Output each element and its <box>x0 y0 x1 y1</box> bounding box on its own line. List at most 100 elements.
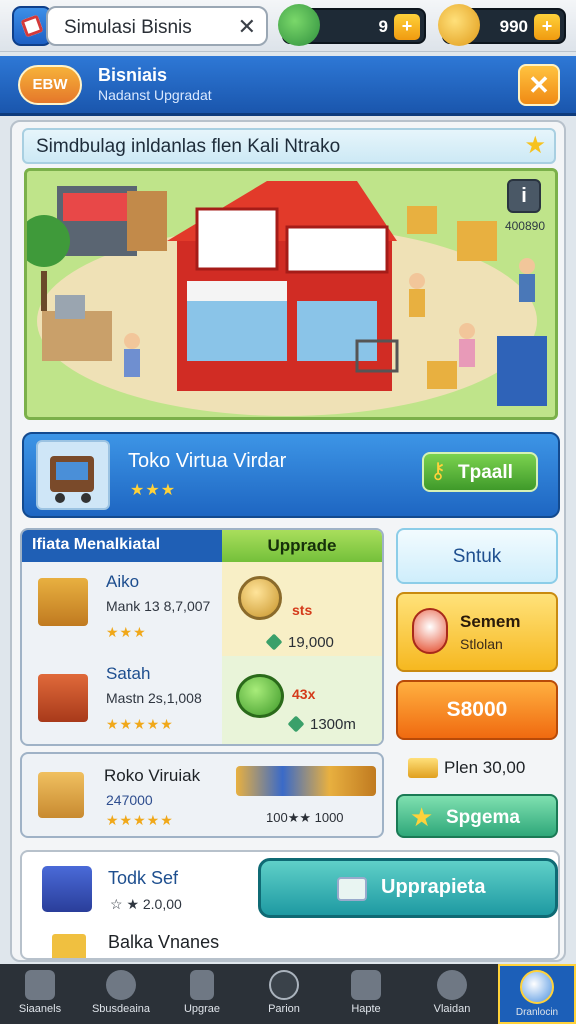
compass-icon <box>269 970 299 1000</box>
shop-rating-stars: ★★★ <box>130 482 177 499</box>
list-item-name: Todk Sef <box>108 868 179 888</box>
resource-gold: 990 + <box>438 4 566 46</box>
goods-stack-icon <box>236 766 376 796</box>
gem-icon <box>287 715 305 733</box>
browser-tab[interactable]: Simulasi Bisnis ✕ <box>46 6 268 46</box>
nav-label: Dranlocin <box>515 1007 559 1018</box>
resource-puzzle-plus-button[interactable]: + <box>394 14 420 40</box>
upgrade-tab[interactable]: Upprade <box>222 530 382 562</box>
people-icon <box>351 970 381 1000</box>
gold-coins-icon <box>438 4 480 46</box>
bag-icon <box>437 970 467 1000</box>
upgrade-item-stars: ★★★ <box>106 624 147 640</box>
store-scene-art <box>27 171 555 417</box>
sntuk-button-label: Sntuk <box>452 546 502 567</box>
bottom-nav: Siaanels Sbusdeaina Upgrae Parion Hapte … <box>0 964 576 1024</box>
store-row-value: 100★★ 1000 <box>266 810 344 825</box>
store-row-stars: ★★★★★ <box>106 812 174 828</box>
package-icon <box>38 772 84 818</box>
gem-icon <box>265 633 283 651</box>
upgrade-item-name: Aiko <box>106 572 140 591</box>
upgrade-cost[interactable]: 19,000 <box>265 633 334 651</box>
semem-subtitle: Stlolan <box>460 636 503 652</box>
scene-code: 400890 <box>504 219 545 233</box>
nav-label: Siaanels <box>18 1003 62 1015</box>
tpall-button-label: Tpaall <box>458 462 513 483</box>
store-row-name: Roko Viruiak <box>104 766 201 785</box>
box-stack-icon <box>38 578 88 626</box>
price-button[interactable]: S8000 <box>396 680 558 740</box>
shop-card[interactable]: Toko Virtua Virdar ★★★ ⚷ Tpaall <box>22 432 560 518</box>
upgrade-item-meta: Mank 13 8,7,007 <box>106 598 211 614</box>
nav-label: Vlaidan <box>433 1003 471 1015</box>
spgema-button[interactable]: ★ Spgema <box>396 794 558 838</box>
nav-item-globe[interactable]: Dranlocin <box>498 964 576 1024</box>
upgrade-item-stars: ★★★★★ <box>106 716 174 732</box>
upgrade-column-header: Ifiata Menalkiatal <box>22 530 222 562</box>
header-title: Bisniais <box>98 65 168 85</box>
store-cart-icon <box>50 456 94 503</box>
key-icon: ⚷ <box>430 458 447 483</box>
upgrade-item-name: Satah <box>106 664 151 683</box>
nav-item-home[interactable]: Siaanels <box>2 964 78 1024</box>
game-logo: EBW <box>18 65 82 105</box>
gear-icon <box>106 970 136 1000</box>
tpall-button[interactable]: ⚷ Tpaall <box>422 452 538 492</box>
gold-bars-icon <box>408 758 438 778</box>
store-row-meta: 247000 <box>106 792 153 808</box>
puzzle-icon <box>278 4 320 46</box>
header-band: EBW Bisniais Nadanst Upgradat ✕ <box>0 56 576 116</box>
upgrade-item-meta: Mastn 2s,1,008 <box>106 690 202 706</box>
nav-item-compass[interactable]: Parion <box>246 964 322 1024</box>
nav-item-bag[interactable]: Vlaidan <box>412 964 492 1024</box>
nav-item-people[interactable]: Hapte <box>328 964 404 1024</box>
price-button-label: S8000 <box>446 698 508 721</box>
resource-puzzle-value: 9 <box>378 17 388 36</box>
nav-item-settings[interactable]: Sbusdeaina <box>80 964 162 1024</box>
info-banner: Simdbulag inldanlas flen Kali Ntrako ★ <box>22 128 556 164</box>
chest-icon <box>337 877 367 901</box>
nav-label: Hapte <box>351 1003 381 1015</box>
bag-icon <box>412 608 448 654</box>
upgrade-bonus: sts <box>292 602 313 618</box>
nav-label: Upgrae <box>183 1003 221 1015</box>
piggy-bank-icon <box>236 674 284 718</box>
plen-label: Plen 30,00 <box>444 758 526 777</box>
upgrade-cost-value: 1300m <box>310 716 356 733</box>
crate-icon <box>38 674 88 722</box>
shop-title: Toko Virtua Virdar <box>128 450 287 472</box>
upgrade-complete-button[interactable]: Upprapieta <box>258 858 558 918</box>
nav-item-upgrade[interactable]: Upgrae <box>164 964 240 1024</box>
main-panel: Simdbulag inldanlas flen Kali Ntrako ★ i… <box>10 120 566 962</box>
bottom-list: Todk Sef ☆ ★ 2.0,00 Balka Vnanes Upprapi… <box>20 850 560 960</box>
nav-label: Sbusdeaina <box>91 1003 151 1015</box>
banner-text: Simdbulag inldanlas flen Kali Ntrako <box>36 136 341 157</box>
globe-icon <box>520 970 554 1004</box>
box-icon <box>52 934 86 958</box>
upgrade-cost-value: 19,000 <box>288 634 334 651</box>
star-icon[interactable]: ★ <box>524 131 546 160</box>
info-button[interactable]: i <box>507 179 541 213</box>
spgema-button-label: Spgema <box>446 807 520 828</box>
upgrade-block: Ifiata Menalkiatal Upprade Aiko Mank 13 … <box>20 528 384 746</box>
resource-gold-plus-button[interactable]: + <box>534 14 560 40</box>
semem-button[interactable]: Semem Stlolan <box>396 592 558 672</box>
store-row[interactable]: Roko Viruiak 247000 ★★★★★ 100★★ 1000 <box>20 752 384 838</box>
upgrade-cost[interactable]: 1300m <box>287 715 356 733</box>
shop-thumbnail <box>36 440 110 510</box>
header-subtitle: Nadanst Upgradat <box>98 87 212 103</box>
close-button[interactable]: ✕ <box>518 64 560 106</box>
star-icon: ★ <box>410 802 434 832</box>
gold-coin-icon <box>238 576 282 620</box>
resource-gold-value: 990 <box>499 17 528 36</box>
tab-close-icon[interactable]: ✕ <box>238 14 256 40</box>
nav-label: Parion <box>268 1003 300 1015</box>
upgrade-complete-label: Upprapieta <box>381 876 486 898</box>
list-item-meta: ☆ ★ 2.0,00 <box>110 896 182 912</box>
semem-title: Semem <box>460 612 521 631</box>
home-icon <box>25 970 55 1000</box>
tab-label: Simulasi Bisnis <box>64 17 192 38</box>
sntuk-button[interactable]: Sntuk <box>396 528 558 584</box>
clipboard-icon <box>190 970 214 1000</box>
resource-puzzle: 9 + <box>278 4 426 46</box>
